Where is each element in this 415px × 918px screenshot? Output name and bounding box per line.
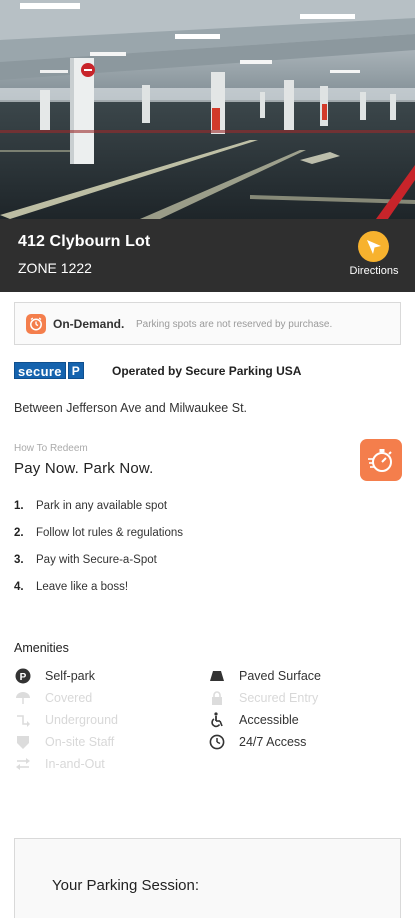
directions-icon-circle [358,231,389,262]
underground-arrow-icon [14,711,32,729]
amenity-paved-surface: Paved Surface [208,665,321,687]
lot-cross-streets: Between Jefferson Ave and Milwaukee St. [14,401,248,415]
amenity-label: In-and-Out [45,757,105,771]
stopwatch-icon [368,449,392,472]
redeem-step: 4. Leave like a boss! [14,581,314,608]
step-text: Follow lot rules & regulations [36,527,184,539]
redeem-step: 1. Park in any available spot [14,500,314,527]
step-text: Park in any available spot [36,500,168,512]
amenities-title: Amenities [14,641,69,655]
svg-text:P: P [20,672,27,683]
redeem-step: 2. Follow lot rules & regulations [14,527,314,554]
redeem-caption: How To Redeem [14,443,88,454]
step-text: Leave like a boss! [36,581,129,593]
amenity-24-7-access: 24/7 Access [208,731,306,753]
paved-road-icon [208,667,226,685]
parking-session-card: Your Parking Session: [14,838,401,918]
lot-header: 412 Clybourn Lot ZONE 1222 Directions [0,219,415,292]
redeem-steps: 1. Park in any available spot 2. Follow … [14,500,314,608]
lot-name: 412 Clybourn Lot [18,233,151,250]
step-number: 2. [14,527,24,539]
amenity-label: Secured Entry [239,691,319,705]
session-title: Your Parking Session: [52,877,200,894]
wheelchair-icon [208,711,226,729]
amenity-covered: Covered [14,687,92,709]
redeem-title: Pay Now. Park Now. [14,460,154,477]
lock-icon [208,689,226,707]
navigation-arrow-icon [367,240,381,254]
amenity-label: On-site Staff [45,735,115,749]
notice-title: On-Demand. [53,317,125,331]
amenity-accessible: Accessible [208,709,299,731]
amenity-secured-entry: Secured Entry [208,687,318,709]
umbrella-icon [14,689,32,707]
amenity-label: Self-park [45,669,96,683]
amenity-label: 24/7 Access [239,735,307,749]
amenity-label: Underground [45,713,118,727]
directions-label: Directions [349,265,399,277]
amenity-underground: Underground [14,709,118,731]
in-out-arrows-icon [14,755,32,773]
lot-zone: ZONE 1222 [18,260,92,276]
on-demand-notice: On-Demand. Parking spots are not reserve… [14,302,401,345]
lot-photo [0,0,415,219]
amenity-self-park: P Self-park [14,665,95,687]
redeem-icon-tile [360,439,402,481]
directions-button[interactable]: Directions [340,227,408,287]
step-number: 4. [14,581,24,593]
logo-badge: P [67,362,84,379]
redeem-step: 3. Pay with Secure-a-Spot [14,554,314,581]
amenity-label: Covered [45,691,93,705]
step-number: 3. [14,554,24,566]
clock-icon [208,733,226,751]
operator-label: Operated by Secure Parking USA [112,364,302,378]
notice-icon-tile [26,314,46,334]
notice-text: Parking spots are not reserved by purcha… [136,319,333,330]
amenity-label: Accessible [239,713,299,727]
clock-icon [30,317,42,331]
amenity-label: Paved Surface [239,669,321,683]
step-text: Pay with Secure-a-Spot [36,554,157,566]
amenity-onsite-staff: On-site Staff [14,731,114,753]
amenity-in-and-out: In-and-Out [14,753,105,775]
secure-parking-logo: secure P [14,362,84,379]
step-number: 1. [14,500,24,512]
staff-badge-icon [14,733,32,751]
parking-p-icon: P [14,667,32,685]
logo-text: secure [14,362,66,379]
